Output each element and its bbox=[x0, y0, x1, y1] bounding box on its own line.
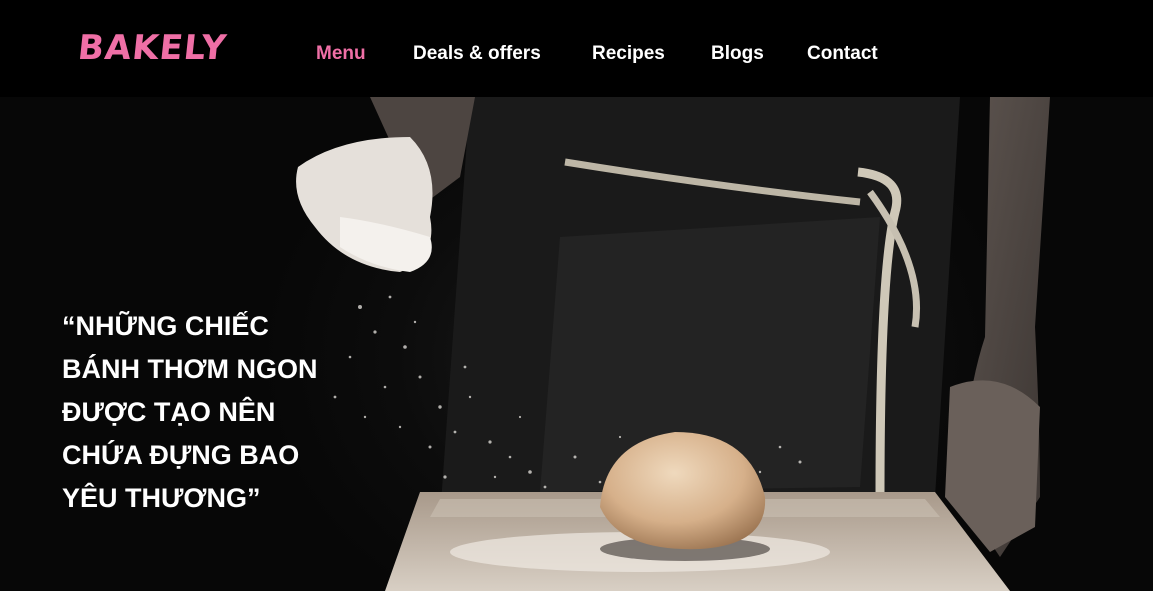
brand-logo[interactable]: BAKELY bbox=[76, 28, 229, 68]
navbar: BAKELY Menu Deals & offers Recipes Blogs… bbox=[0, 0, 1153, 97]
nav-item-menu[interactable]: Menu bbox=[316, 43, 366, 65]
quote-line: ĐƯỢC TẠO NÊN bbox=[62, 397, 276, 427]
quote-line: YÊU THƯƠNG” bbox=[62, 483, 261, 513]
nav-item-blogs[interactable]: Blogs bbox=[711, 43, 764, 65]
quote-line: “NHỮNG CHIẾC bbox=[62, 311, 269, 341]
nav-item-deals-offers[interactable]: Deals & offers bbox=[413, 43, 541, 65]
hero-banner: “NHỮNG CHIẾC BÁNH THƠM NGON ĐƯỢC TẠO NÊN… bbox=[0, 97, 1153, 591]
quote-line: BÁNH THƠM NGON bbox=[62, 354, 318, 384]
quote-line: CHỨA ĐỰNG BAO bbox=[62, 440, 300, 470]
nav-item-contact[interactable]: Contact bbox=[807, 43, 878, 65]
nav-item-recipes[interactable]: Recipes bbox=[592, 43, 665, 65]
hero-quote: “NHỮNG CHIẾC BÁNH THƠM NGON ĐƯỢC TẠO NÊN… bbox=[62, 305, 362, 520]
